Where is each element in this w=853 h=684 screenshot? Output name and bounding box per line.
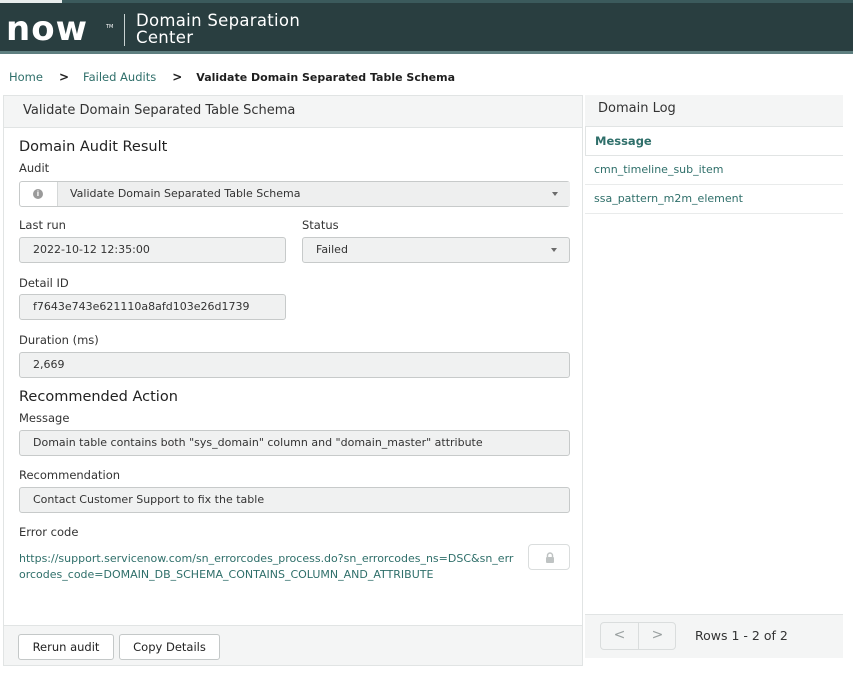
- log-row[interactable]: cmn_timeline_sub_item: [585, 156, 843, 185]
- status-value: Failed: [316, 243, 348, 256]
- recommendation-field[interactable]: Contact Customer Support to fix the tabl…: [19, 487, 570, 513]
- pager-next-button[interactable]: >: [639, 623, 676, 649]
- breadcrumb: Home > Failed Audits > Validate Domain S…: [9, 69, 455, 85]
- log-row-message[interactable]: cmn_timeline_sub_item: [594, 163, 723, 176]
- panel-title: Validate Domain Separated Table Schema: [23, 103, 296, 118]
- message-field[interactable]: Domain table contains both "sys_domain" …: [19, 430, 570, 456]
- domain-log-panel: Domain Log Message cmn_timeline_sub_item…: [585, 95, 843, 659]
- rows-count-label: Rows 1 - 2 of 2: [695, 628, 788, 643]
- logo-trademark: TM: [106, 24, 114, 30]
- log-row[interactable]: ssa_pattern_m2m_element: [585, 185, 843, 214]
- logo-text: now: [6, 9, 88, 49]
- breadcrumb-separator: >: [58, 70, 70, 84]
- domain-audit-result-heading: Domain Audit Result: [19, 139, 168, 155]
- header-divider: [124, 14, 125, 46]
- audit-label: Audit: [19, 161, 50, 175]
- status-label: Status: [302, 218, 339, 232]
- message-value: Domain table contains both "sys_domain" …: [33, 436, 483, 449]
- recommendation-value: Contact Customer Support to fix the tabl…: [33, 493, 265, 506]
- last-run-value: 2022-10-12 12:35:00: [33, 243, 150, 256]
- header-accent-highlight: [0, 0, 62, 3]
- app-title: Domain Separation Center: [136, 12, 396, 46]
- recommendation-label: Recommendation: [19, 468, 121, 482]
- copy-details-button[interactable]: Copy Details: [119, 634, 220, 660]
- app-title-line1: Domain Separation: [136, 11, 301, 30]
- breadcrumb-home[interactable]: Home: [9, 70, 43, 84]
- last-run-label: Last run: [19, 218, 66, 232]
- lock-button[interactable]: [528, 544, 570, 570]
- message-column-label: Message: [595, 134, 652, 148]
- recommended-action-heading: Recommended Action: [19, 389, 178, 405]
- breadcrumb-separator: >: [172, 70, 183, 84]
- rerun-audit-button[interactable]: Rerun audit: [18, 634, 114, 660]
- header-bottom-line: [0, 51, 853, 54]
- message-column-header[interactable]: Message: [585, 126, 843, 156]
- message-label: Message: [19, 411, 70, 425]
- detail-id-field[interactable]: f7643e743e621110a8afd103e26d1739: [19, 294, 286, 320]
- status-select[interactable]: Failed: [302, 237, 570, 263]
- domain-log-footer: < > Rows 1 - 2 of 2: [585, 614, 843, 658]
- panel-header: Validate Domain Separated Table Schema: [4, 96, 582, 128]
- chevron-down-icon: [551, 248, 557, 252]
- audit-select[interactable]: Validate Domain Separated Table Schema: [57, 182, 570, 206]
- breadcrumb-failed-audits[interactable]: Failed Audits: [83, 70, 156, 84]
- error-code-link[interactable]: https://support.servicenow.com/sn_errorc…: [19, 551, 519, 582]
- pager-prev-button[interactable]: <: [601, 623, 638, 649]
- duration-value: 2,669: [33, 358, 65, 371]
- pager: < >: [600, 622, 676, 650]
- top-header: now TM Domain Separation Center: [0, 0, 853, 54]
- detail-id-value: f7643e743e621110a8afd103e26d1739: [33, 300, 250, 313]
- info-icon[interactable]: i: [33, 189, 43, 199]
- domain-log-title: Domain Log: [598, 101, 676, 116]
- error-code-label: Error code: [19, 525, 79, 539]
- lock-icon: [546, 552, 554, 563]
- duration-label: Duration (ms): [19, 333, 99, 347]
- chevron-down-icon: [552, 192, 558, 196]
- servicenow-logo[interactable]: now: [6, 12, 88, 46]
- domain-log-header: Domain Log: [585, 95, 843, 126]
- last-run-field[interactable]: 2022-10-12 12:35:00: [19, 237, 286, 263]
- duration-field[interactable]: 2,669: [19, 352, 570, 378]
- detail-id-label: Detail ID: [19, 276, 69, 290]
- app-title-line2: Center: [136, 28, 194, 47]
- breadcrumb-current: Validate Domain Separated Table Schema: [196, 70, 456, 84]
- header-accent-line: [0, 0, 853, 3]
- audit-field: i Validate Domain Separated Table Schema: [19, 181, 570, 207]
- audit-detail-panel: Validate Domain Separated Table Schema D…: [3, 95, 583, 666]
- audit-select-value: Validate Domain Separated Table Schema: [70, 187, 301, 200]
- panel-footer: Rerun audit Copy Details: [4, 625, 582, 665]
- log-row-message[interactable]: ssa_pattern_m2m_element: [594, 192, 743, 205]
